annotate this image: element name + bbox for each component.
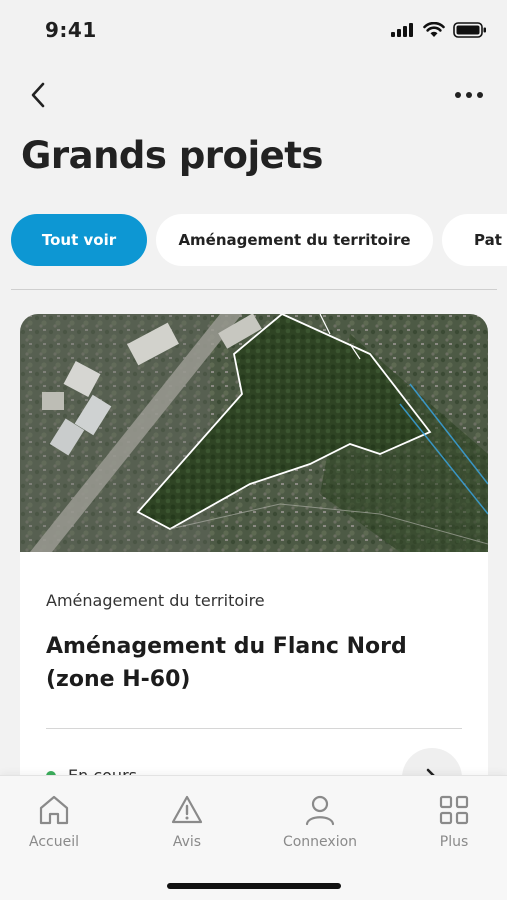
- tab-avis[interactable]: Avis: [132, 794, 242, 850]
- home-indicator: [167, 883, 341, 889]
- tab-connexion[interactable]: Connexion: [265, 794, 375, 850]
- aerial-map-image: [20, 314, 488, 552]
- grid-icon: [439, 795, 469, 825]
- filter-chips: Tout voir Aménagement du territoire Pat: [11, 214, 507, 266]
- cellular-signal-icon: [391, 23, 413, 37]
- chip-amenagement-territoire[interactable]: Aménagement du territoire: [156, 214, 433, 266]
- back-button[interactable]: [24, 80, 52, 110]
- battery-icon: [453, 22, 486, 38]
- status-bar: 9:41: [0, 0, 507, 62]
- chip-label: Pat: [474, 231, 502, 249]
- card-divider: [46, 728, 462, 729]
- warning-icon: [171, 795, 203, 824]
- chip-label: Tout voir: [41, 231, 117, 249]
- chip-truncated[interactable]: Pat: [442, 214, 507, 266]
- tab-label: Connexion: [282, 834, 358, 850]
- divider: [11, 289, 497, 290]
- status-icons: [391, 22, 487, 38]
- chip-label: Aménagement du territoire: [178, 231, 411, 249]
- project-card[interactable]: Aménagement du territoire Aménagement du…: [20, 314, 488, 834]
- more-horizontal-icon: [455, 92, 483, 98]
- project-title: Aménagement du Flanc Nord (zone H-60): [46, 634, 407, 692]
- tab-label: Avis: [172, 834, 202, 850]
- page-title: Grands projets: [21, 134, 323, 177]
- user-icon: [305, 795, 335, 826]
- tab-plus[interactable]: Plus: [399, 794, 507, 850]
- chip-tout-voir[interactable]: Tout voir: [11, 214, 147, 266]
- project-category: Aménagement du territoire: [46, 591, 265, 610]
- tab-accueil[interactable]: Accueil: [0, 794, 109, 850]
- chevron-left-icon: [31, 82, 45, 108]
- tab-label: Plus: [439, 834, 469, 850]
- more-options-button[interactable]: [451, 82, 487, 108]
- home-icon: [39, 795, 69, 825]
- status-time: 9:41: [45, 18, 97, 42]
- tab-bar: Accueil Avis Connexion Plus: [0, 775, 507, 900]
- screen: 9:41 Grands projets Tout voir Aménagemen…: [0, 0, 507, 900]
- tab-label: Accueil: [29, 834, 79, 850]
- wifi-icon: [423, 22, 445, 37]
